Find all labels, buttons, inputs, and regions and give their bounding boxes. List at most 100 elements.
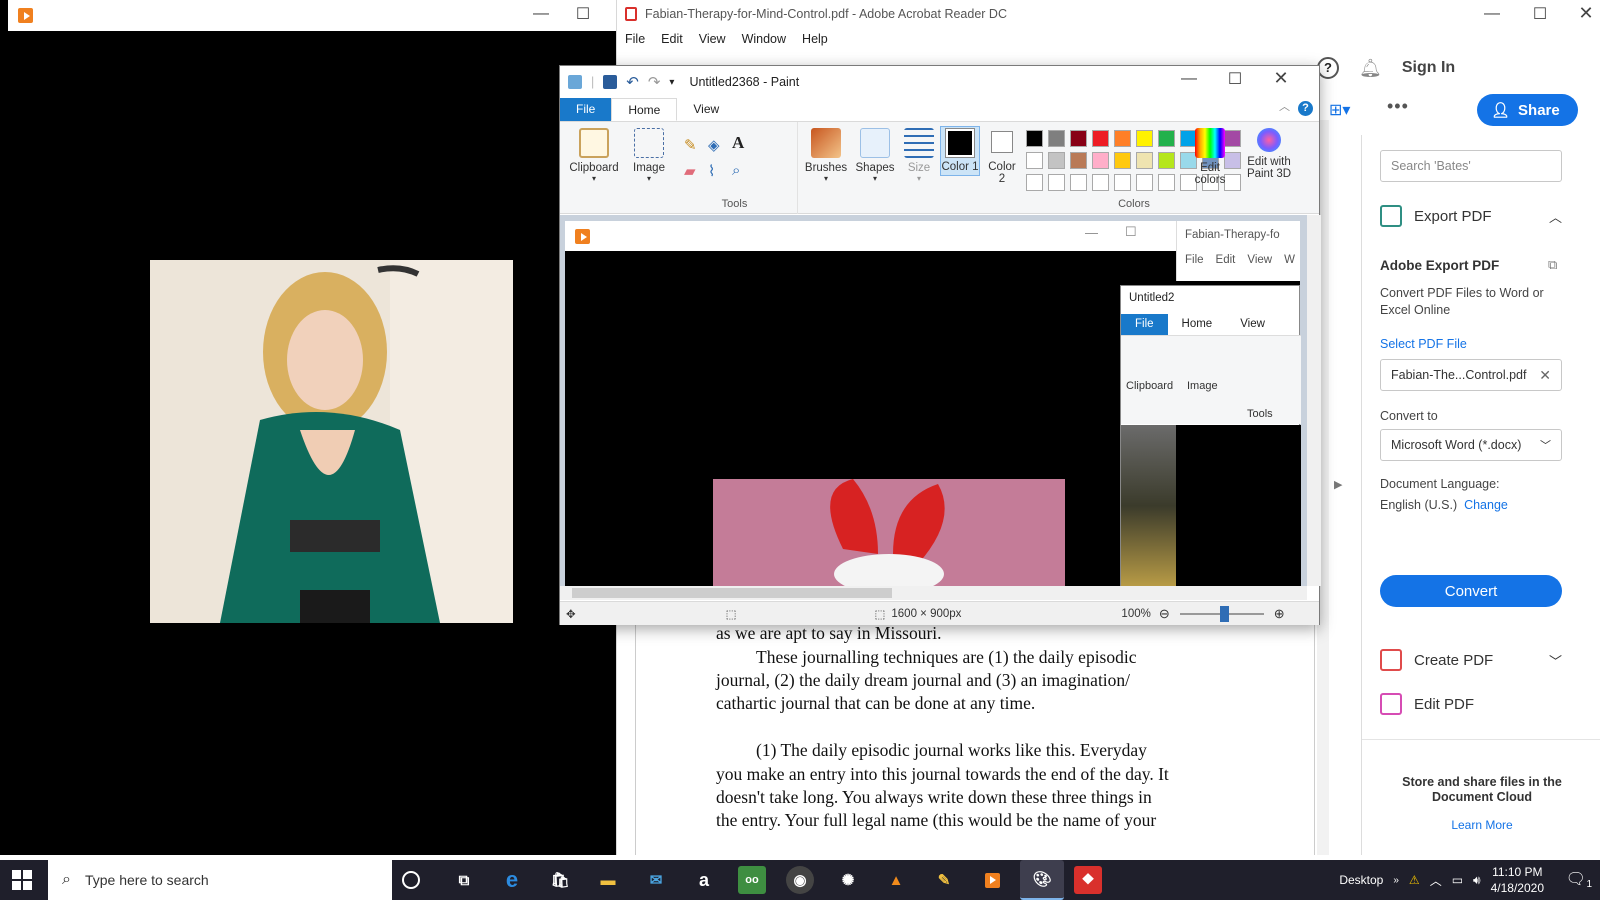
sign-in-link[interactable]: Sign In — [1402, 59, 1455, 77]
save-icon[interactable] — [603, 75, 618, 89]
tab-file[interactable]: File — [560, 98, 612, 121]
edit-with-paint3d-button[interactable]: Edit with Paint 3D — [1242, 128, 1296, 180]
color-swatch[interactable] — [1136, 130, 1153, 147]
media-player-titlebar[interactable]: — ☐ — [8, 0, 616, 31]
color-swatch[interactable] — [1070, 152, 1087, 169]
warning-icon[interactable]: ⚠ — [1409, 873, 1420, 887]
image-button[interactable]: Image ▾ — [626, 128, 672, 183]
search-input[interactable]: Search 'Bates' — [1380, 150, 1562, 182]
selected-file-field[interactable]: Fabian-The...Control.pdf ✕ — [1380, 359, 1562, 391]
color-swatch[interactable] — [1158, 130, 1175, 147]
panel-expand-arrow-icon[interactable]: ▶ — [1334, 478, 1342, 491]
color-swatch[interactable] — [1048, 130, 1065, 147]
zoom-out-icon[interactable]: ⊖ — [1159, 606, 1170, 622]
color-swatch[interactable] — [1026, 174, 1043, 191]
paint-vertical-scrollbar[interactable] — [1307, 215, 1321, 586]
size-button[interactable]: Size ▾ — [900, 128, 938, 183]
paint-canvas[interactable]: — ☐ Fabian-Therapy-fo File Edit View W U… — [565, 221, 1301, 586]
show-hidden-icons-icon[interactable]: ︿ — [1430, 872, 1442, 889]
pencil-icon[interactable]: ✎ — [684, 136, 697, 154]
color-swatch[interactable] — [1136, 152, 1153, 169]
volume-icon[interactable]: 🔊︎ — [1473, 873, 1481, 888]
color1-button[interactable]: Color 1 — [940, 126, 980, 176]
maximize-icon[interactable]: ☐ — [1220, 69, 1250, 89]
more-options-icon[interactable]: ••• — [1387, 96, 1409, 117]
color-swatch[interactable] — [1070, 130, 1087, 147]
color-swatch[interactable] — [1026, 152, 1043, 169]
learn-more-link[interactable]: Learn More — [1382, 818, 1582, 832]
color-swatch[interactable] — [1136, 174, 1153, 191]
menu-edit[interactable]: Edit — [661, 32, 683, 52]
color-swatch[interactable] — [1114, 174, 1131, 191]
create-pdf-tool[interactable]: Create PDF ﹀ — [1380, 649, 1562, 671]
share-button[interactable]: 👤︎ Share — [1477, 94, 1578, 126]
colorful-app-icon[interactable]: ✺ — [834, 866, 862, 894]
text-icon[interactable]: A — [732, 133, 744, 153]
paint-canvas-area[interactable]: — ☐ Fabian-Therapy-fo File Edit View W U… — [560, 215, 1307, 586]
fill-icon[interactable]: ◈ — [708, 136, 720, 154]
mail-icon[interactable]: ✉ — [642, 866, 670, 894]
color-swatch[interactable] — [1092, 174, 1109, 191]
paint-horizontal-scrollbar[interactable] — [560, 586, 1307, 600]
color-swatch[interactable] — [1070, 174, 1087, 191]
chevron-up-icon[interactable]: ︿ — [1549, 207, 1562, 226]
taskbar-search-box[interactable]: ⌕ Type here to search — [48, 860, 392, 900]
horizontal-scroll-thumb[interactable] — [572, 588, 892, 598]
color-swatch[interactable] — [1048, 174, 1065, 191]
minimize-icon[interactable]: — — [526, 5, 556, 23]
select-pdf-file-link[interactable]: Select PDF File — [1380, 337, 1467, 351]
desktop-toolbar-label[interactable]: Desktop — [1339, 873, 1383, 887]
color-swatch[interactable] — [1048, 152, 1065, 169]
menu-file[interactable]: File — [625, 32, 645, 52]
pencil-app-icon[interactable]: ✎ — [930, 866, 958, 894]
menu-window[interactable]: Window — [742, 32, 786, 52]
acrobat-titlebar[interactable]: Fabian-Therapy-for-Mind-Control.pdf - Ad… — [625, 7, 1007, 21]
media-player-taskbar-icon[interactable] — [978, 866, 1006, 894]
edit-colors-button[interactable]: Edit colors — [1192, 128, 1228, 186]
tools-icon[interactable]: ⊞▾ — [1329, 100, 1350, 120]
tab-view[interactable]: View — [677, 98, 735, 121]
edit-pdf-tool[interactable]: Edit PDF — [1380, 693, 1474, 715]
clock[interactable]: 11:10 PM 4/18/2020 — [1491, 864, 1544, 896]
zoom-slider-thumb[interactable] — [1219, 605, 1229, 622]
zoom-in-icon[interactable]: ⊕ — [1274, 606, 1285, 622]
change-language-link[interactable]: Change — [1464, 498, 1508, 512]
maximize-icon[interactable]: ☐ — [568, 4, 598, 24]
edge-icon[interactable]: e — [498, 866, 526, 894]
start-icon[interactable] — [12, 870, 34, 890]
acrobat-taskbar-icon[interactable]: ⯁ — [1074, 866, 1102, 894]
color-swatch[interactable] — [1158, 174, 1175, 191]
chevron-down-icon[interactable]: ﹀ — [1549, 651, 1562, 670]
vlc-icon[interactable]: ▲ — [882, 866, 910, 894]
minimize-icon[interactable]: — — [1174, 70, 1204, 88]
eraser-icon[interactable]: ▰ — [684, 162, 696, 180]
toolbar-expand-icon[interactable]: » — [1393, 875, 1399, 886]
close-icon[interactable]: ✕ — [1266, 68, 1296, 89]
brushes-button[interactable]: Brushes ▾ — [802, 128, 850, 183]
color-swatch[interactable] — [1158, 152, 1175, 169]
minimize-icon[interactable]: — — [1477, 5, 1507, 23]
color-swatch[interactable] — [1092, 152, 1109, 169]
close-icon[interactable]: ✕ — [1571, 3, 1600, 24]
copy-icon[interactable]: ⧉ — [1548, 257, 1557, 273]
bell-icon[interactable]: 🔔︎ — [1359, 58, 1382, 79]
network-icon[interactable]: ▭ — [1452, 873, 1463, 887]
customize-toolbar-icon[interactable]: ▾ — [669, 77, 674, 88]
file-explorer-icon[interactable]: ▬ — [594, 866, 622, 894]
convert-button[interactable]: Convert — [1380, 575, 1562, 607]
menu-help[interactable]: Help — [802, 32, 828, 52]
clipboard-button[interactable]: Clipboard ▾ — [566, 128, 622, 183]
maximize-icon[interactable]: ☐ — [1525, 4, 1555, 24]
color-swatch[interactable] — [1092, 130, 1109, 147]
collapse-ribbon-icon[interactable]: ︿ — [1279, 98, 1290, 121]
convert-to-select[interactable]: Microsoft Word (*.docx) ﹀ — [1380, 429, 1562, 461]
undo-icon[interactable]: ↶ — [626, 73, 639, 91]
amazon-icon[interactable]: a — [690, 866, 718, 894]
redo-icon[interactable]: ↷ — [648, 73, 661, 91]
tripadvisor-icon[interactable]: oo — [738, 866, 766, 894]
export-pdf-header[interactable]: Export PDF ︿ — [1380, 205, 1562, 227]
magnifier-icon[interactable]: ⌕ — [732, 162, 740, 179]
task-view-icon[interactable]: ⧉ — [450, 866, 478, 894]
cortana-icon[interactable] — [402, 871, 420, 889]
menu-view[interactable]: View — [699, 32, 726, 52]
